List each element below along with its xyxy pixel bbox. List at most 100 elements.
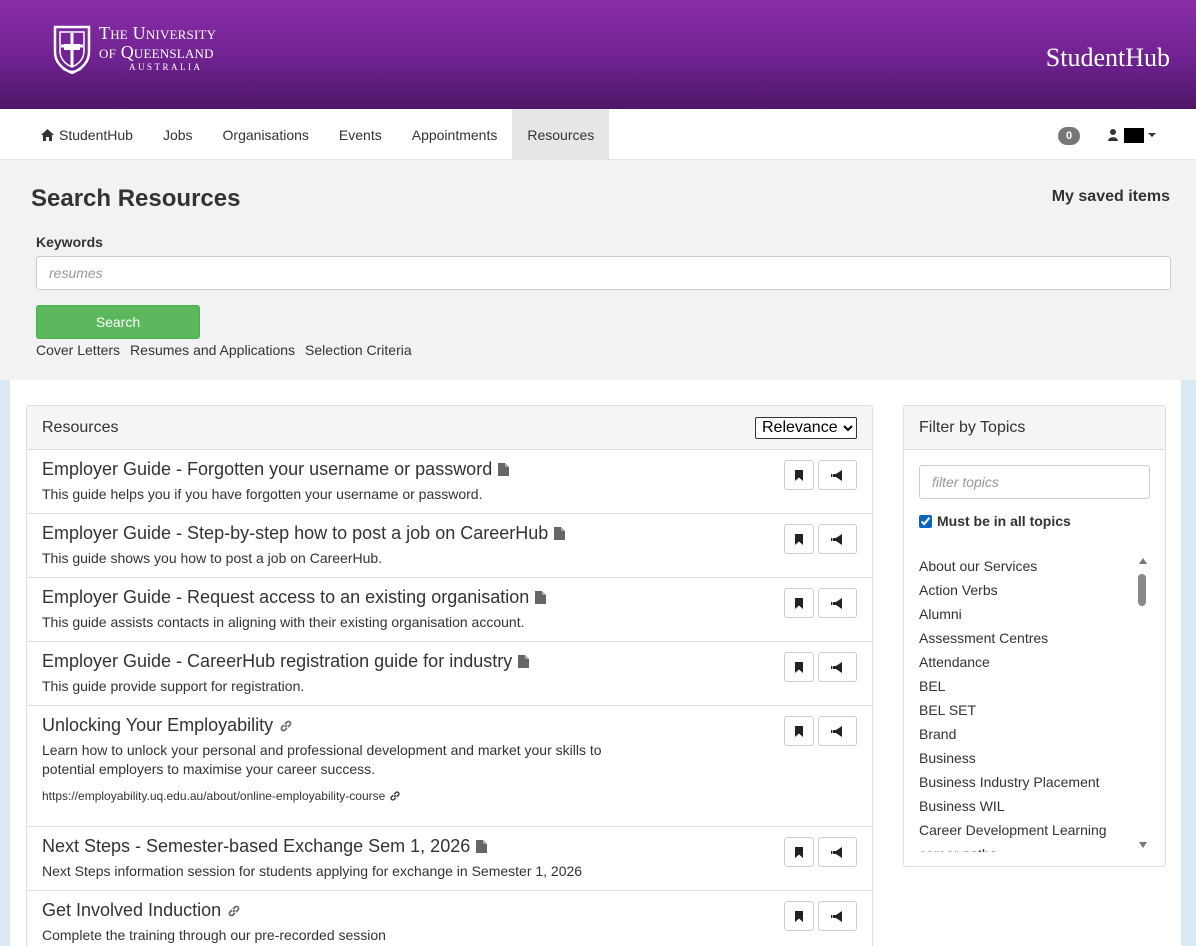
resource-title[interactable]: Get Involved Induction: [42, 900, 221, 921]
nav-item-label: Organisations: [222, 126, 309, 143]
file-icon: [535, 591, 547, 604]
scroll-up-icon[interactable]: [1139, 558, 1147, 564]
topic-item[interactable]: Career Development Learning: [919, 818, 1137, 842]
nav-item-appointments[interactable]: Appointments: [397, 109, 513, 160]
topic-item[interactable]: Business: [919, 746, 1137, 770]
megaphone-icon: [831, 533, 842, 545]
share-button[interactable]: [818, 901, 857, 931]
site-header: The University of Queensland AUSTRALIA S…: [0, 0, 1196, 109]
quick-link-cover-letters[interactable]: Cover Letters: [36, 342, 120, 358]
topic-list-scrollbar[interactable]: [1137, 554, 1149, 852]
bookmark-button[interactable]: [784, 524, 814, 554]
bookmark-icon: [795, 725, 803, 737]
share-button[interactable]: [818, 460, 857, 490]
nav-item-label: Appointments: [411, 126, 498, 143]
megaphone-icon: [831, 725, 842, 737]
topic-item[interactable]: About our Services: [919, 554, 1137, 578]
bookmark-button[interactable]: [784, 460, 814, 490]
topic-item[interactable]: Attendance: [919, 650, 1137, 674]
nav-item-resources[interactable]: Resources: [512, 109, 610, 160]
resource-item: Employer Guide - Forgotten your username…: [27, 450, 872, 514]
user-icon: [1108, 129, 1118, 141]
bookmark-icon: [795, 533, 803, 545]
filter-heading: Filter by Topics: [919, 418, 1026, 436]
file-icon: [518, 655, 530, 668]
resource-description: This guide shows you how to post a job o…: [42, 550, 383, 566]
filter-topics-input[interactable]: [919, 465, 1150, 499]
megaphone-icon: [831, 661, 842, 673]
topic-item[interactable]: career paths: [919, 842, 1137, 852]
resource-item: Unlocking Your Employability Learn how t…: [27, 706, 872, 827]
bookmark-button[interactable]: [784, 652, 814, 682]
keywords-input[interactable]: [36, 256, 1171, 290]
bookmark-icon: [795, 597, 803, 609]
resource-title[interactable]: Employer Guide - Step-by-step how to pos…: [42, 523, 548, 544]
nav-item-studenthub[interactable]: StudentHub: [26, 109, 148, 160]
share-button[interactable]: [818, 837, 857, 867]
nav-item-organisations[interactable]: Organisations: [208, 109, 324, 160]
logo-line-1: The University: [99, 23, 217, 43]
nav-item-label: StudentHub: [59, 126, 133, 143]
topic-item[interactable]: Brand: [919, 722, 1137, 746]
topic-item[interactable]: Assessment Centres: [919, 626, 1137, 650]
page-title: Search Resources: [31, 185, 241, 212]
resource-description-line: potential employers to maximise your car…: [42, 761, 376, 777]
university-logo[interactable]: The University of Queensland AUSTRALIA: [51, 24, 216, 74]
resources-heading: Resources: [42, 418, 119, 436]
share-button[interactable]: [818, 716, 857, 746]
bookmark-icon: [795, 661, 803, 673]
search-button[interactable]: Search: [36, 305, 200, 339]
keywords-label: Keywords: [36, 234, 103, 250]
main-navbar: StudentHub Jobs Organisations Events App…: [0, 109, 1196, 160]
nav-item-jobs[interactable]: Jobs: [148, 109, 208, 160]
topic-list: About our Services Action Verbs Alumni A…: [919, 554, 1137, 852]
user-name-redacted: [1124, 127, 1144, 143]
saved-items-link[interactable]: My saved items: [1052, 188, 1170, 206]
bookmark-icon: [795, 910, 803, 922]
megaphone-icon: [831, 910, 842, 922]
bookmark-button[interactable]: [784, 901, 814, 931]
quick-link-resumes[interactable]: Resumes and Applications: [130, 342, 295, 358]
bookmark-button[interactable]: [784, 716, 814, 746]
bookmark-button[interactable]: [784, 837, 814, 867]
main-content: Resources Relevance Employer Guide - For…: [10, 380, 1181, 946]
resource-title[interactable]: Employer Guide - CareerHub registration …: [42, 651, 512, 672]
topic-item[interactable]: Alumni: [919, 602, 1137, 626]
notification-badge[interactable]: 0: [1058, 127, 1080, 145]
resource-item: Get Involved Induction Complete the trai…: [27, 891, 872, 946]
bookmark-button[interactable]: [784, 588, 814, 618]
resource-title[interactable]: Employer Guide - Forgotten your username…: [42, 459, 492, 480]
brand-title[interactable]: StudentHub: [1046, 43, 1170, 73]
topic-item[interactable]: BEL: [919, 674, 1137, 698]
scrollbar-thumb[interactable]: [1138, 574, 1146, 606]
share-button[interactable]: [818, 652, 857, 682]
file-icon: [476, 840, 488, 853]
resource-title[interactable]: Unlocking Your Employability: [42, 715, 273, 736]
resource-description: This guide assists contacts in aligning …: [42, 614, 525, 630]
logo-line-2: of Queensland: [99, 42, 214, 62]
user-menu[interactable]: [1108, 125, 1156, 145]
share-button[interactable]: [818, 588, 857, 618]
share-button[interactable]: [818, 524, 857, 554]
resources-panel: Resources Relevance Employer Guide - For…: [26, 405, 873, 946]
resource-title[interactable]: Employer Guide - Request access to an ex…: [42, 587, 529, 608]
must-all-topics-checkbox[interactable]: [919, 514, 932, 528]
megaphone-icon: [831, 846, 842, 858]
sort-select[interactable]: Relevance: [755, 416, 857, 439]
resource-description: This guide provide support for registrat…: [42, 678, 305, 694]
home-icon: [41, 128, 54, 141]
topic-item[interactable]: Action Verbs: [919, 578, 1137, 602]
crest-icon: [53, 25, 91, 74]
topic-item[interactable]: Business WIL: [919, 794, 1137, 818]
nav-item-events[interactable]: Events: [324, 109, 397, 160]
resource-title[interactable]: Next Steps - Semester-based Exchange Sem…: [42, 836, 470, 857]
quick-link-selection-criteria[interactable]: Selection Criteria: [305, 342, 412, 358]
resource-item: Next Steps - Semester-based Exchange Sem…: [27, 827, 872, 891]
resource-description: Learn how to unlock your personal and pr…: [42, 741, 857, 779]
must-all-topics-toggle[interactable]: Must be in all topics: [919, 513, 1071, 529]
scroll-down-icon[interactable]: [1139, 842, 1147, 848]
topic-item[interactable]: Business Industry Placement: [919, 770, 1137, 794]
chevron-down-icon: [1148, 133, 1156, 137]
topic-item[interactable]: BEL SET: [919, 698, 1137, 722]
resource-url[interactable]: https://employability.uq.edu.au/about/on…: [42, 789, 385, 803]
